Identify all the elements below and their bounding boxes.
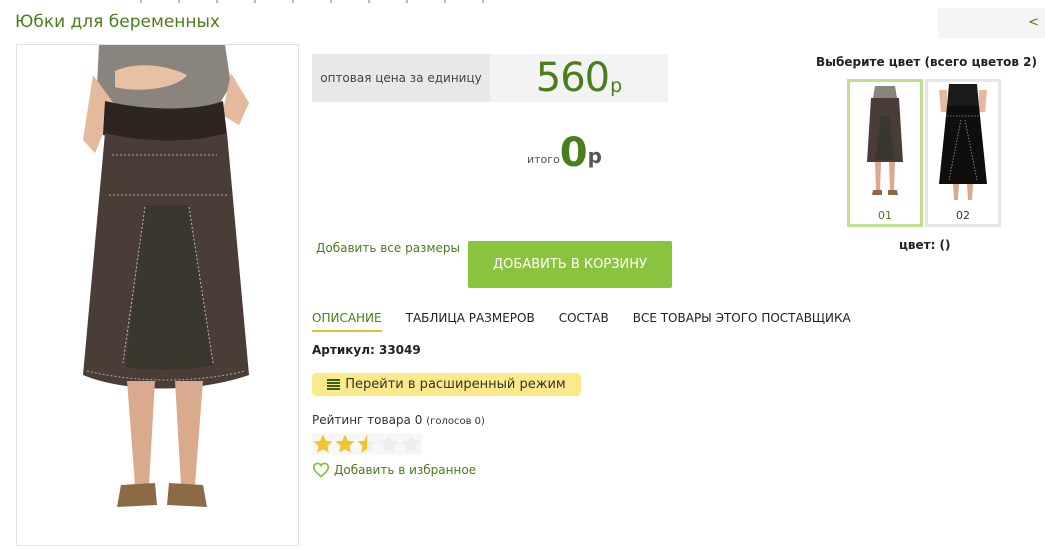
swatch-01-image — [867, 86, 903, 195]
tab-composition[interactable]: СОСТАВ — [559, 311, 609, 332]
color-select-title: Выберите цвет (всего цветов 2) — [816, 55, 1037, 69]
product-photo-image — [17, 45, 298, 545]
unit-price-currency: р — [610, 75, 623, 97]
color-swatch-01[interactable]: 01 — [847, 79, 923, 227]
rating-votes: (голосов 0) — [426, 416, 485, 427]
product-photo[interactable] — [16, 44, 299, 546]
color-swatch-02[interactable]: 02 — [925, 79, 1001, 227]
list-icon — [327, 379, 341, 390]
page-title: Юбки для беременных — [15, 12, 220, 32]
favorites-label: Добавить в избранное — [334, 463, 477, 477]
total-currency: р — [587, 144, 602, 168]
add-all-sizes-link[interactable]: Добавить все размеры — [316, 241, 460, 255]
total-label: итого — [527, 153, 560, 166]
tab-description[interactable]: ОПИСАНИЕ — [312, 311, 382, 332]
swatch-02-image — [939, 84, 987, 200]
star-icon[interactable] — [378, 433, 400, 455]
rating-value: 0 — [414, 413, 423, 427]
top-breadcrumb-dots — [140, 0, 520, 3]
selected-color-label: цвет: () — [899, 238, 951, 252]
total-value: 0 — [559, 130, 588, 176]
star-icon[interactable] — [400, 433, 422, 455]
extended-mode-label: Перейти в расширенный режим — [345, 377, 566, 392]
add-to-cart-button[interactable]: ДОБАВИТЬ В КОРЗИНУ — [468, 241, 672, 288]
rating-label: Рейтинг товара — [312, 413, 411, 427]
rating-stars — [312, 433, 422, 455]
color-swatches: 01 02 — [847, 79, 1003, 227]
unit-price-value: 560 — [535, 55, 610, 101]
tab-size-table[interactable]: ТАБЛИЦА РАЗМЕРОВ — [406, 311, 535, 332]
unit-price: 560 р — [490, 54, 668, 102]
unit-price-label: оптовая цена за единицу — [312, 54, 490, 102]
product-rating: Рейтинг товара 0 (голосов 0) — [312, 413, 485, 427]
tab-supplier-products[interactable]: ВСЕ ТОВАРЫ ЭТОГО ПОСТАВЩИКА — [633, 311, 851, 332]
back-button[interactable]: < — [938, 8, 1045, 38]
sku: Артикул: 33049 — [312, 343, 421, 357]
star-icon[interactable] — [334, 433, 356, 455]
add-to-favorites-link[interactable]: Добавить в избранное — [312, 462, 476, 478]
total-price: итого 0 р — [527, 132, 602, 174]
star-icon[interactable] — [356, 433, 378, 455]
product-tabs: ОПИСАНИЕ ТАБЛИЦА РАЗМЕРОВ СОСТАВ ВСЕ ТОВ… — [312, 311, 875, 332]
extended-mode-button[interactable]: Перейти в расширенный режим — [312, 373, 581, 396]
sku-label: Артикул: — [312, 343, 375, 357]
swatch-02-label: 02 — [956, 209, 970, 222]
swatch-01-label: 01 — [878, 209, 892, 222]
star-icon[interactable] — [312, 433, 334, 455]
heart-outline-icon — [312, 462, 330, 478]
sku-value: 33049 — [378, 343, 421, 357]
